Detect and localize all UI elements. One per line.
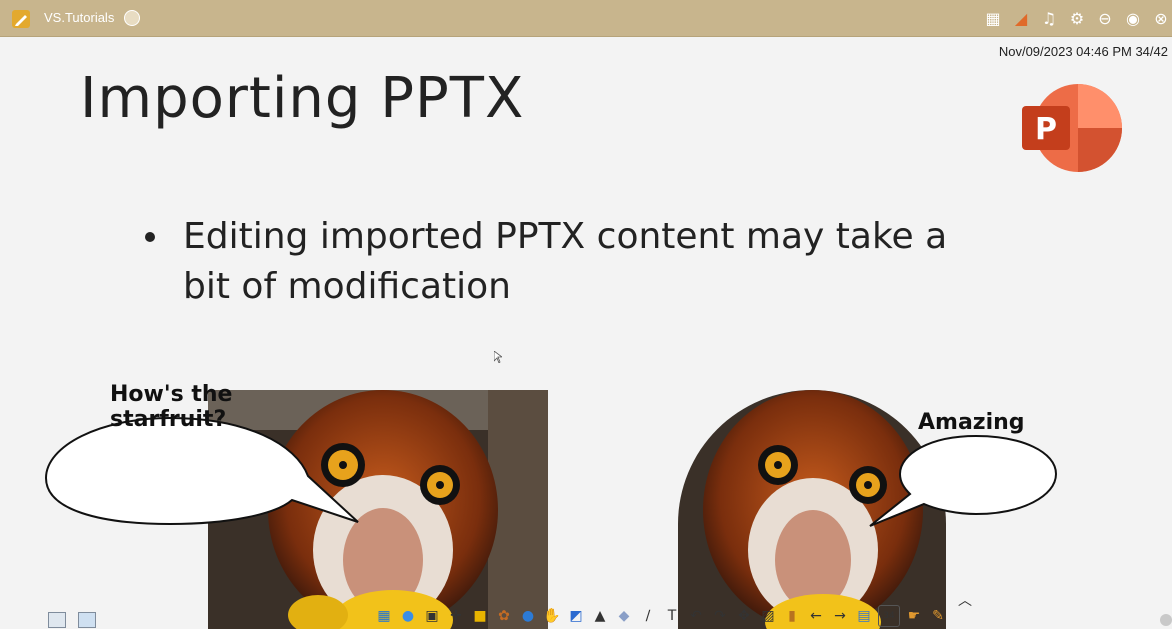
bottom-left-tools (48, 612, 96, 628)
minimize-icon[interactable]: ⊖ (1094, 7, 1116, 29)
title-bar: VS.Tutorials ▦ ◢ ♫ ⚙ ⊖ ◉ ⊗ (0, 0, 1172, 37)
image-tool-icon[interactable] (48, 612, 66, 628)
app-logo-icon (12, 10, 30, 28)
windows-icon[interactable]: ▦ (374, 606, 394, 626)
pan-icon[interactable]: ✥ (734, 606, 754, 626)
line-icon[interactable]: ∕ (638, 606, 658, 626)
record-icon[interactable]: ◉ (1122, 7, 1144, 29)
slide-title: Importing PPTX (80, 66, 525, 131)
book-icon[interactable]: ▮ (782, 606, 802, 626)
image-icon[interactable]: ▨ (758, 606, 778, 626)
mouse-cursor-icon (494, 351, 502, 363)
callout-right-text: Amazing (918, 410, 1025, 435)
edge-handle[interactable] (1160, 614, 1172, 626)
bullet-text: Editing imported PPTX content may take a… (183, 216, 948, 307)
cast-icon[interactable]: ◢ (1010, 7, 1032, 29)
prev-icon[interactable]: ← (806, 606, 826, 626)
gallery-tool-icon[interactable] (78, 612, 96, 628)
eraser-icon[interactable]: ◆ (614, 606, 634, 626)
powerpoint-logo-icon: P (1020, 82, 1122, 174)
bell-icon[interactable]: ♫ (1038, 7, 1060, 29)
marker-icon[interactable]: ▲ (590, 606, 610, 626)
close-icon[interactable]: ⊗ (1150, 7, 1172, 29)
text-icon[interactable]: T (662, 606, 682, 626)
grid-icon[interactable]: ▦ (982, 7, 1004, 29)
gear-icon[interactable]: ⚙ (1066, 7, 1088, 29)
folder-icon[interactable]: ■ (470, 606, 490, 626)
redo-icon[interactable]: ↷ (710, 606, 730, 626)
screen-icon[interactable]: ▣ (422, 606, 442, 626)
select-icon[interactable]: ◩ (566, 606, 586, 626)
window-controls: ▦ ◢ ♫ ⚙ ⊖ ◉ ⊗ (982, 6, 1172, 30)
chat-icon[interactable]: ● (398, 606, 418, 626)
apps-icon[interactable]: ✿ (494, 606, 514, 626)
undo-icon[interactable]: ↶ (686, 606, 706, 626)
datetime-text: Nov/09/2023 04:46 PM (998, 44, 1132, 59)
globe-icon[interactable]: ● (518, 606, 538, 626)
status-datetime: Nov/09/2023 04:46 PM 34/42 (999, 44, 1168, 59)
hand-icon[interactable]: ✋ (542, 606, 562, 626)
callout-left-text: How's the starfruit? (110, 382, 233, 432)
bullet-dot (145, 232, 155, 242)
next-icon[interactable]: → (830, 606, 850, 626)
user-icon[interactable] (124, 10, 140, 26)
logo-letter: P (1035, 112, 1057, 147)
pen-icon[interactable]: ✎ (928, 606, 948, 626)
app-name: VS.Tutorials (44, 10, 115, 25)
export-icon[interactable]: ▤ (854, 606, 874, 626)
chevron-up-icon[interactable]: ︿ (958, 590, 972, 610)
page-counter: 34/42 (1135, 44, 1168, 59)
bottom-toolbar: ▦ ● ▣ ✛ ■ ✿ ● ✋ ◩ ▲ ◆ ∕ T ↶ ↷ ✥ ▨ ▮ ← → … (374, 603, 948, 629)
move-icon[interactable]: ✛ (446, 606, 466, 626)
speech-bubble-right[interactable] (866, 432, 1062, 532)
page-icon[interactable]: 34 (878, 605, 900, 627)
pointer-icon[interactable]: ☛ (904, 606, 924, 626)
